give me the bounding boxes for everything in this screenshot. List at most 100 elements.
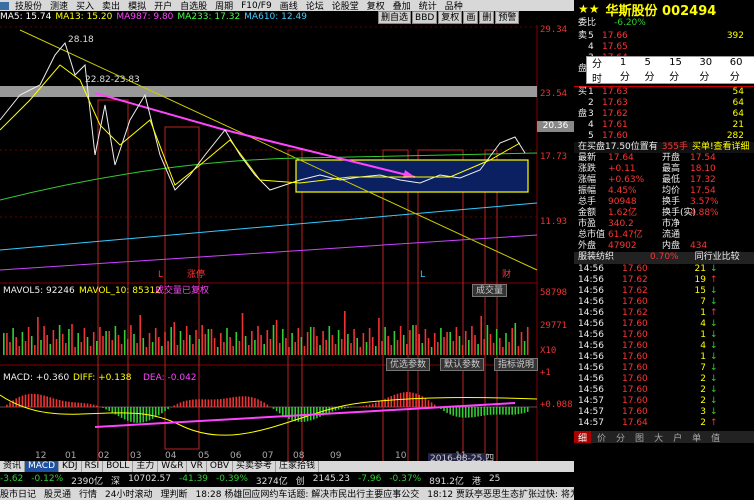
kline-chart[interactable]: 29.34 23.54 17.73 11.93 28.18 22.82-23.83 L 涨停 L… (0, 25, 574, 461)
toolbar-button[interactable]: 预警 (495, 11, 520, 24)
macd-bar (288, 407, 290, 419)
indicator-param-button[interactable]: 默认参数 (440, 358, 485, 371)
book-price: 17.66 (602, 31, 628, 41)
quote-tab[interactable]: 图 (631, 431, 648, 444)
timeframe-option[interactable]: 1分 (615, 57, 640, 83)
quote-tab[interactable]: 单 (688, 431, 705, 444)
star-icon[interactable]: ★★ (578, 2, 600, 16)
volume-bar (508, 342, 510, 355)
menu-item[interactable]: 周期 (211, 0, 237, 11)
quote-tab[interactable]: 值 (707, 431, 724, 444)
volume-bar (409, 330, 411, 355)
order-tip[interactable]: 在买盘17.50位置有 355手 买单!查看详细 (574, 142, 754, 153)
macd-bar (452, 407, 455, 416)
indicator-tab[interactable]: 资讯 (0, 461, 26, 472)
indicator-tab[interactable]: VR (187, 461, 207, 472)
volume-bar (158, 337, 160, 355)
macd-bar (241, 396, 244, 407)
industry-compare[interactable]: 同行业比较 (695, 252, 740, 264)
menu-item[interactable]: 统计 (415, 0, 441, 11)
book-level: 4 (588, 120, 594, 130)
news-item[interactable]: 行情 (79, 487, 97, 500)
menu-item[interactable]: 复权 (363, 0, 389, 11)
tick-list[interactable]: 14:56 17.60 21 ↓ 14:56 17.62 19 ↑ 14:56 17.62 15 ↓ 1… (574, 264, 754, 429)
news-item[interactable]: 股灵通 (44, 487, 71, 500)
tick-price: 17.60 (622, 341, 648, 351)
quote-tab[interactable]: 细 (574, 431, 592, 444)
timeframe-option[interactable]: 5分 (639, 57, 664, 83)
news-item[interactable]: 股市日记 (0, 487, 36, 500)
tip-amount: 355手 (661, 142, 688, 152)
menu-item[interactable]: 论坛 (302, 0, 328, 11)
indicator-tab[interactable]: 主力 (133, 461, 159, 472)
menu-item[interactable]: 论股堂 (328, 0, 363, 11)
indicator-tab[interactable]: 买卖参考 (233, 461, 277, 472)
arrow-down-icon: ↓ (710, 352, 718, 362)
indicator-param-button[interactable]: 优选参数 (386, 358, 431, 371)
toolbar-button[interactable]: 删自选 (378, 11, 412, 24)
indicator-tab[interactable]: W&R (158, 461, 188, 472)
macd-bar (313, 407, 315, 420)
timeframe-option[interactable]: 分时 (587, 55, 615, 85)
macd-bar (505, 407, 507, 415)
menu-item[interactable]: 技股份 (11, 0, 46, 11)
indicator-tab[interactable]: OBV (207, 461, 234, 472)
weibi-label: 委比 (578, 18, 597, 28)
tick-time: 14:56 (578, 385, 604, 395)
tick-price: 17.60 (622, 363, 648, 373)
magenta-trend (94, 92, 416, 178)
menu-item[interactable]: F10/F9 (237, 1, 276, 11)
quote-tab[interactable]: 大 (650, 431, 667, 444)
toolbar-button[interactable]: 复权 (438, 11, 463, 24)
indicator-tab[interactable]: MACD (25, 461, 59, 472)
toolbar-button[interactable]: 删 (479, 11, 495, 24)
macd-bar (52, 398, 55, 407)
news-item[interactable]: 理判断 (161, 487, 188, 500)
tick-time: 14:57 (578, 396, 604, 406)
timeframe-option[interactable]: 15分 (664, 57, 694, 83)
indicator-param-button[interactable]: 指标说明 (494, 358, 539, 371)
volume-bar (185, 326, 188, 355)
tip-link[interactable]: 买单!查看详细 (692, 142, 750, 153)
book-side-label (578, 120, 588, 131)
volume-bar (499, 338, 501, 355)
menu-item[interactable]: 模拟 (124, 0, 150, 11)
timeframe-option[interactable]: 60分 (725, 57, 754, 83)
index-status-item: -41.39 (179, 474, 209, 484)
indicator-tab[interactable]: RSI (82, 461, 104, 472)
macd-bar (375, 402, 377, 407)
news-item[interactable]: 18:28 杨雄回应网约车话题: 解决市民出行主要应事公交 (196, 487, 420, 500)
menu-item[interactable]: 开户 (150, 0, 176, 11)
tick-volume: 15 (694, 286, 706, 296)
macd-bar (108, 407, 110, 411)
industry-name[interactable]: 服装纺织 (578, 252, 614, 264)
quote-tab[interactable]: 价 (593, 431, 610, 444)
indicator-tab[interactable]: BOLL (103, 461, 134, 472)
indicator-tab[interactable]: KDJ (59, 461, 82, 472)
volume-bar (303, 346, 306, 355)
order-book-row: 卖 5 17.66 392 (574, 31, 754, 42)
quote-tab[interactable]: 户 (669, 431, 686, 444)
menu-item[interactable]: 自选股 (176, 0, 211, 11)
macd-bar (55, 399, 58, 407)
volume-bar (266, 330, 269, 355)
menu-item[interactable]: 买入 (72, 0, 98, 11)
menu-item[interactable]: 卖出 (98, 0, 124, 11)
timeframe-option[interactable]: 30分 (694, 57, 724, 83)
menu-item[interactable]: 叠加 (389, 0, 415, 11)
volume-type-button[interactable]: 成交量 (472, 284, 508, 297)
menu-item[interactable]: 画线 (276, 0, 302, 11)
volume-bar (24, 341, 27, 355)
toolbar-button[interactable]: 画 (463, 11, 479, 24)
volume-bar (241, 313, 244, 355)
news-item[interactable]: 24小时滚动 (105, 487, 152, 500)
volume-bar (18, 346, 21, 355)
indicator-tab[interactable]: 庄家拾钱 (276, 461, 320, 472)
menu-item[interactable]: 测速 (46, 0, 72, 11)
menu-item[interactable]: 品种 (441, 0, 467, 11)
volume-bar (145, 347, 148, 355)
tip-text: 在买盘17.50位置有 (578, 142, 658, 152)
quote-tab[interactable]: 分 (612, 431, 629, 444)
toolbar-button[interactable]: BBD (412, 11, 438, 24)
macd-bar (161, 407, 163, 414)
